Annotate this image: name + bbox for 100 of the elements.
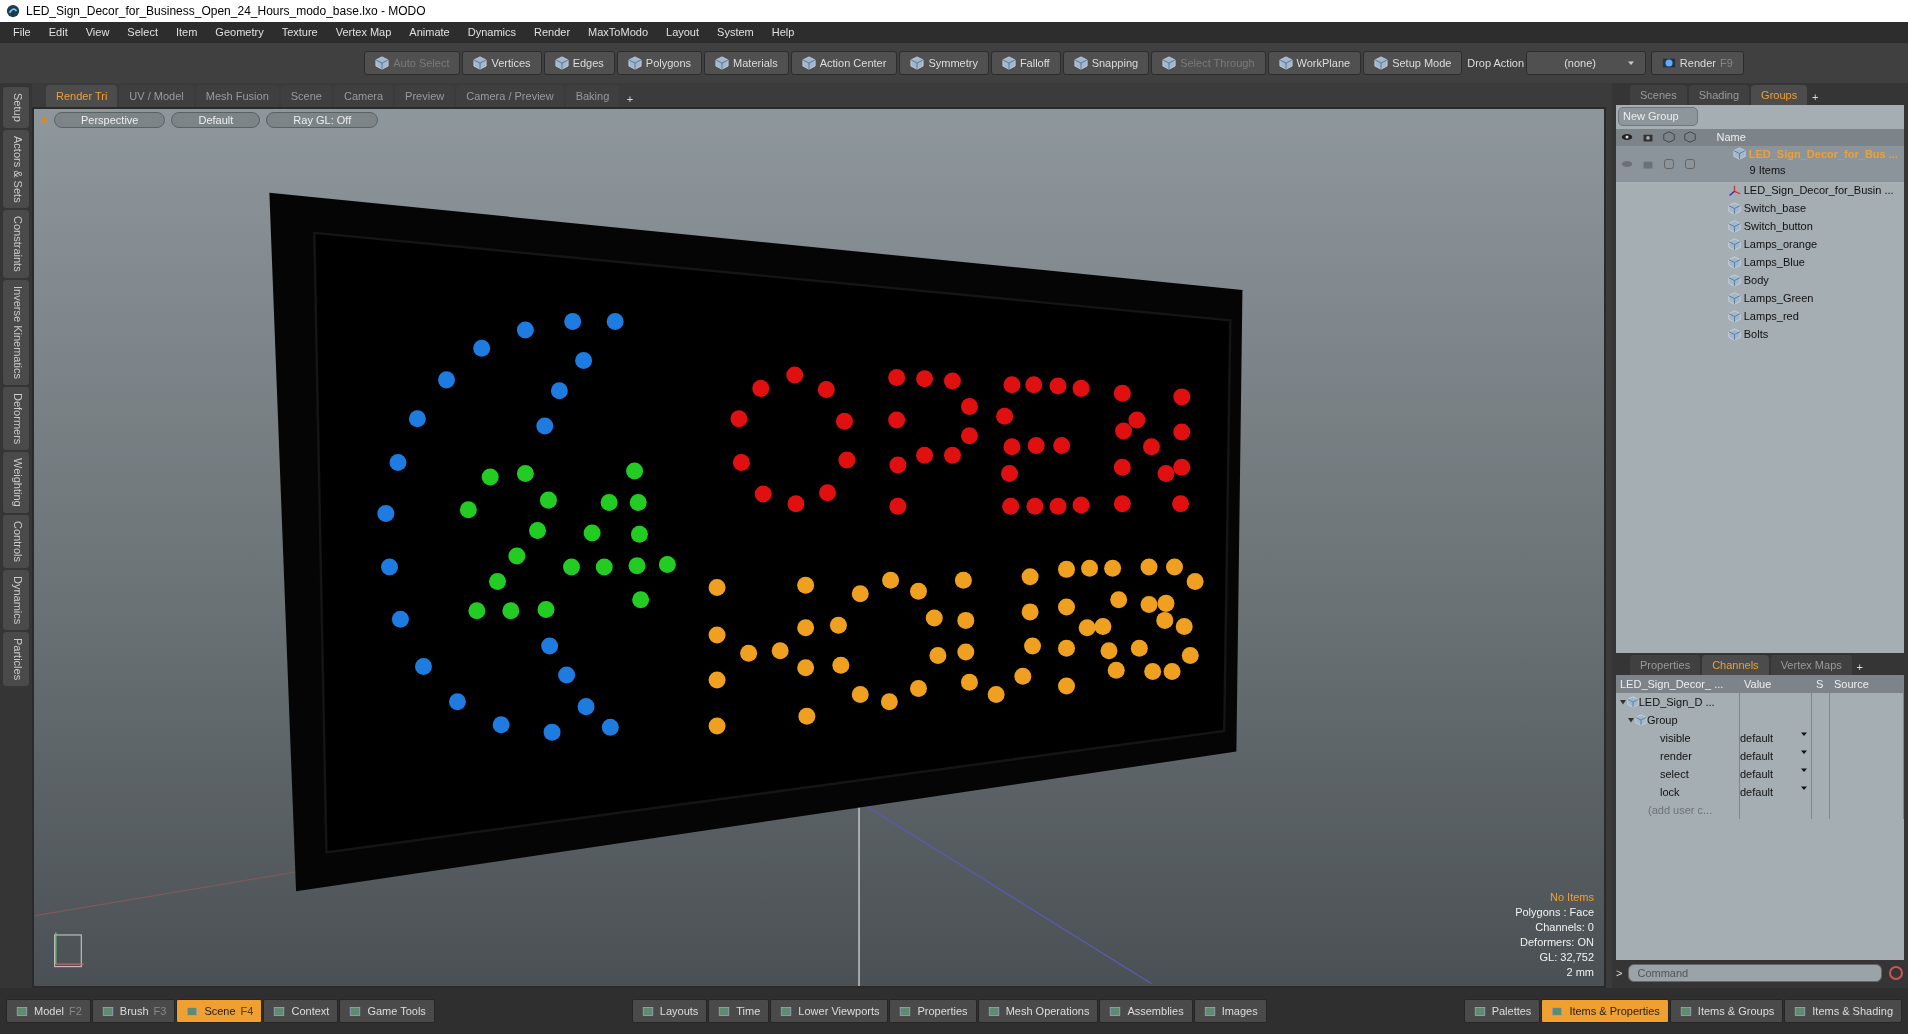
menu-item[interactable]: Dynamics	[458, 24, 525, 41]
menu-item[interactable]: MaxToModo	[579, 24, 657, 41]
toolbar-button[interactable]: Action Center	[790, 51, 898, 75]
panel-tab[interactable]: Groups	[1751, 84, 1808, 105]
menu-item[interactable]: Geometry	[206, 24, 273, 41]
menu-item[interactable]: Animate	[400, 24, 459, 41]
viewport-tab[interactable]: UV / Model	[119, 84, 194, 107]
viewport-tab[interactable]: Render Tri	[46, 84, 118, 107]
side-tab[interactable]: Inverse Kinematics	[3, 280, 29, 385]
toolbar-button[interactable]: Falloff	[990, 51, 1061, 75]
viewport-tab[interactable]: Baking	[565, 84, 620, 107]
group-item[interactable]: Switch_button	[1743, 218, 1813, 235]
cube-icon	[1635, 714, 1647, 726]
group-item[interactable]: Lamps_orange	[1743, 236, 1818, 253]
menu-item[interactable]: Edit	[39, 24, 77, 41]
side-tab[interactable]: Actors & Sets	[3, 129, 29, 209]
panel-icon	[1472, 1005, 1487, 1017]
toolbar-button[interactable]: Snapping	[1062, 51, 1150, 75]
toolbar-button[interactable]: Materials	[704, 51, 789, 75]
command-field[interactable]: Command	[1628, 964, 1882, 982]
menu-item[interactable]: Vertex Map	[326, 24, 401, 41]
layout-button[interactable]: Items & Shading	[1784, 998, 1902, 1024]
panel-tab[interactable]: Scenes	[1630, 84, 1687, 105]
panel-icon	[100, 1005, 115, 1017]
layout-button[interactable]: Images	[1193, 998, 1267, 1024]
panel-icon	[1678, 1005, 1693, 1017]
viewport-tab[interactable]: Camera / Preview	[456, 84, 564, 107]
menu-item[interactable]: Texture	[272, 24, 327, 41]
panel-tab[interactable]: Channels	[1702, 654, 1769, 675]
layout-button[interactable]: Scene F4	[176, 998, 263, 1024]
side-tab[interactable]: Deformers	[3, 386, 29, 451]
side-tab[interactable]: Controls	[3, 515, 29, 568]
channel-value-dropdown[interactable]: default	[1740, 747, 1811, 765]
menu-item[interactable]: Help	[762, 24, 804, 41]
cube-icon	[1728, 202, 1741, 215]
layout-button[interactable]: Context	[263, 998, 339, 1024]
column-header: LED_Sign_Decor_ ...	[1616, 675, 1740, 693]
group-item[interactable]: Lamps_Green	[1743, 290, 1814, 307]
menu-item[interactable]: System	[708, 24, 763, 41]
toolbar-button[interactable]: Polygons	[616, 51, 703, 75]
side-tab[interactable]: Weighting	[3, 452, 29, 514]
layout-button[interactable]: Items & Properties	[1541, 998, 1669, 1024]
layout-button[interactable]: Game Tools	[339, 998, 435, 1024]
layout-button[interactable]: Palettes	[1463, 998, 1541, 1024]
channel-value-dropdown[interactable]: default	[1740, 783, 1811, 801]
group-item[interactable]: Lamps_red	[1743, 308, 1799, 325]
panel-icon	[272, 1005, 287, 1017]
drop-action-dropdown[interactable]: (none)	[1526, 51, 1647, 75]
side-tab[interactable]: Particles	[3, 632, 29, 687]
window-title: LED_Sign_Decor_for_Business_Open_24_Hours_modo_base.lxo - MODO	[26, 3, 426, 20]
channel-group[interactable]: Group	[1647, 711, 1678, 729]
toolbar-button[interactable]: Setup Mode	[1363, 51, 1463, 75]
group-item[interactable]: Body	[1743, 272, 1769, 289]
side-tab[interactable]: Setup	[3, 87, 29, 128]
group-item[interactable]: Bolts	[1743, 326, 1769, 343]
menu-item[interactable]: File	[4, 24, 40, 41]
layout-button[interactable]: Layouts	[631, 998, 708, 1024]
viewport-tab[interactable]: Camera	[333, 84, 394, 107]
toolbar-button[interactable]: Vertices	[462, 51, 542, 75]
panel-icon	[15, 1005, 29, 1017]
panel-tab[interactable]: Properties	[1630, 654, 1701, 675]
group-item[interactable]: Switch_base	[1743, 200, 1807, 217]
add-tab-icon[interactable]: +	[621, 90, 639, 107]
prompt-text: >	[1616, 965, 1623, 981]
channel-value-dropdown[interactable]: default	[1740, 765, 1811, 783]
render-button[interactable]: Render F9	[1650, 51, 1744, 75]
layout-button[interactable]: Properties	[889, 998, 977, 1024]
square-icon	[1683, 157, 1696, 170]
side-tab[interactable]: Dynamics	[3, 570, 29, 631]
group-item[interactable]: LED_Sign_Decor_for_Busin ...	[1743, 182, 1894, 199]
layout-button[interactable]: Assemblies	[1099, 998, 1193, 1024]
add-tab-icon[interactable]: +	[1853, 658, 1866, 675]
menu-item[interactable]: View	[76, 24, 119, 41]
cube-icon	[910, 56, 925, 70]
viewport-tab[interactable]: Preview	[395, 84, 455, 107]
viewport-tab[interactable]: Scene	[280, 84, 332, 107]
toolbar-button[interactable]: WorkPlane	[1267, 51, 1362, 75]
layout-button[interactable]: Model F2	[6, 998, 91, 1024]
panel-tab[interactable]: Shading	[1688, 84, 1750, 105]
menu-item[interactable]: Layout	[657, 24, 709, 41]
layout-button[interactable]: Mesh Operations	[977, 998, 1099, 1024]
locator-icon	[1728, 184, 1741, 197]
viewport-option-button[interactable]: Ray GL: Off	[266, 112, 379, 128]
layout-button[interactable]: Brush F3	[91, 998, 176, 1024]
viewport-tab[interactable]: Mesh Fusion	[195, 84, 279, 107]
channel-value-dropdown[interactable]: default	[1740, 729, 1811, 747]
side-tab[interactable]: Constraints	[3, 210, 29, 279]
panel-tab[interactable]: Vertex Maps	[1770, 654, 1852, 675]
menu-item[interactable]: Select	[118, 24, 167, 41]
expand-icon	[1618, 698, 1627, 706]
group-item[interactable]: Lamps_Blue	[1743, 254, 1805, 271]
menu-item[interactable]: Render	[525, 24, 580, 41]
layout-button[interactable]: Lower Viewports	[770, 998, 889, 1024]
channel-item[interactable]: LED_Sign_D ...	[1638, 693, 1715, 711]
layout-button[interactable]: Time	[708, 998, 770, 1024]
toolbar-button[interactable]: Edges	[543, 51, 615, 75]
layout-button[interactable]: Items & Groups	[1669, 998, 1784, 1024]
toolbar-button[interactable]: Symmetry	[899, 51, 989, 75]
add-tab-icon[interactable]: +	[1809, 88, 1822, 105]
menu-item[interactable]: Item	[166, 24, 207, 41]
